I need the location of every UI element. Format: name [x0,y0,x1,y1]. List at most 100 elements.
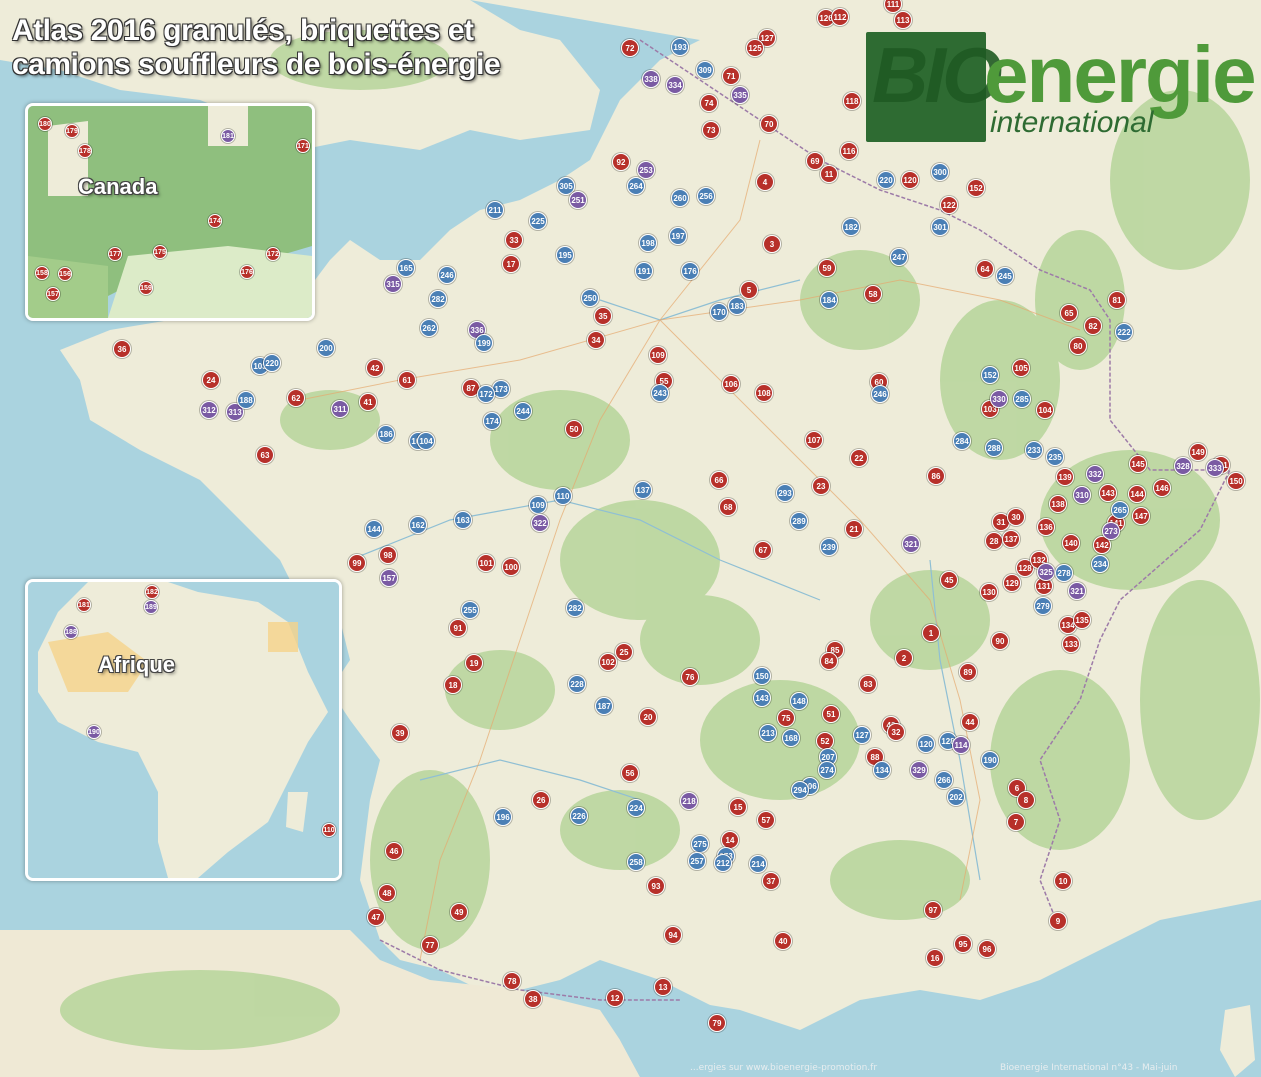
france-marker-granule[interactable]: 102 [599,653,617,671]
france-marker-truck[interactable]: 184 [820,291,838,309]
france-marker-granule[interactable]: 3 [763,235,781,253]
attribution-left[interactable]: ...ergies sur www.bioenergie-promotion.f… [690,1063,877,1073]
france-marker-granule[interactable]: 10 [1054,872,1072,890]
france-marker-granule[interactable]: 80 [1069,337,1087,355]
france-marker-granule[interactable]: 144 [1128,485,1146,503]
france-marker-granule[interactable]: 68 [719,498,737,516]
france-marker-truck[interactable]: 243 [651,384,669,402]
france-marker-truck[interactable]: 150 [753,667,771,685]
canada-marker-granule[interactable]: 171 [296,139,310,153]
france-marker-truck[interactable]: 264 [627,177,645,195]
africa-marker-briquette[interactable]: 190 [87,725,101,739]
france-marker-truck[interactable]: 285 [1013,390,1031,408]
france-marker-truck[interactable]: 198 [639,234,657,252]
france-marker-granule[interactable]: 39 [391,724,409,742]
france-marker-granule[interactable]: 42 [366,359,384,377]
france-marker-granule[interactable]: 109 [649,346,667,364]
france-marker-truck[interactable]: 187 [595,697,613,715]
france-marker-truck[interactable]: 195 [556,246,574,264]
france-marker-granule[interactable]: 106 [722,375,740,393]
france-marker-briquette[interactable]: 315 [384,275,402,293]
france-marker-briquette[interactable]: 334 [666,76,684,94]
france-marker-granule[interactable]: 63 [256,446,274,464]
france-marker-granule[interactable]: 133 [1062,635,1080,653]
france-marker-briquette[interactable]: 322 [531,514,549,532]
france-marker-granule[interactable]: 89 [959,663,977,681]
france-marker-truck[interactable]: 245 [996,267,1014,285]
france-marker-truck[interactable]: 148 [790,692,808,710]
france-marker-granule[interactable]: 116 [840,142,858,160]
france-marker-granule[interactable]: 4 [756,173,774,191]
france-marker-truck[interactable]: 163 [454,511,472,529]
france-marker-truck[interactable]: 309 [696,61,714,79]
france-marker-truck[interactable]: 289 [790,512,808,530]
france-marker-granule[interactable]: 97 [924,901,942,919]
france-marker-granule[interactable]: 62 [287,389,305,407]
france-marker-granule[interactable]: 21 [845,520,863,538]
france-marker-briquette[interactable]: 157 [380,569,398,587]
france-marker-truck[interactable]: 266 [935,771,953,789]
canada-marker-granule[interactable]: 174 [208,214,222,228]
france-marker-truck[interactable]: 174 [483,412,501,430]
france-marker-granule[interactable]: 147 [1132,507,1150,525]
france-marker-truck[interactable]: 274 [818,761,836,779]
france-marker-truck[interactable]: 110 [554,487,572,505]
france-marker-granule[interactable]: 65 [1060,304,1078,322]
france-marker-briquette[interactable]: 312 [200,401,218,419]
france-marker-truck[interactable]: 275 [691,835,709,853]
africa-marker-granule[interactable]: 182 [145,585,159,599]
france-marker-granule[interactable]: 47 [367,908,385,926]
france-marker-truck[interactable]: 190 [981,751,999,769]
france-marker-granule[interactable]: 15 [729,798,747,816]
france-marker-truck[interactable]: 222 [1115,323,1133,341]
france-marker-granule[interactable]: 82 [1084,317,1102,335]
france-marker-granule[interactable]: 5 [740,281,758,299]
france-marker-granule[interactable]: 73 [702,121,720,139]
france-marker-granule[interactable]: 135 [1073,611,1091,629]
france-marker-granule[interactable]: 122 [940,196,958,214]
france-marker-granule[interactable]: 9 [1049,912,1067,930]
france-marker-granule[interactable]: 20 [639,708,657,726]
france-marker-granule[interactable]: 12 [606,989,624,1007]
france-marker-granule[interactable]: 58 [864,285,882,303]
france-marker-truck[interactable]: 152 [981,366,999,384]
france-marker-briquette[interactable]: 253 [637,161,655,179]
france-marker-granule[interactable]: 57 [757,811,775,829]
france-marker-granule[interactable]: 17 [502,255,520,273]
france-marker-truck[interactable]: 220 [877,171,895,189]
canada-marker-granule[interactable]: 158 [35,266,49,280]
france-marker-granule[interactable]: 76 [681,668,699,686]
france-marker-granule[interactable]: 49 [450,903,468,921]
canada-marker-granule[interactable]: 157 [46,287,60,301]
france-marker-truck[interactable]: 258 [627,853,645,871]
france-marker-truck[interactable]: 228 [568,675,586,693]
france-marker-truck[interactable]: 197 [669,227,687,245]
france-marker-granule[interactable]: 81 [1108,291,1126,309]
france-marker-briquette[interactable]: 310 [1073,486,1091,504]
france-marker-granule[interactable]: 120 [901,171,919,189]
france-marker-granule[interactable]: 44 [961,713,979,731]
france-marker-granule[interactable]: 36 [113,340,131,358]
france-marker-truck[interactable]: 224 [627,799,645,817]
france-marker-granule[interactable]: 22 [850,449,868,467]
france-marker-truck[interactable]: 127 [853,726,871,744]
france-marker-granule[interactable]: 140 [1062,534,1080,552]
france-marker-briquette[interactable]: 328 [1174,457,1192,475]
france-marker-truck[interactable]: 284 [953,432,971,450]
france-marker-granule[interactable]: 78 [503,972,521,990]
canada-marker-granule[interactable]: 180 [38,117,52,131]
france-marker-truck[interactable]: 162 [409,516,427,534]
france-marker-truck[interactable]: 196 [494,808,512,826]
france-marker-granule[interactable]: 118 [843,92,861,110]
canada-marker-granule[interactable]: 159 [139,281,153,295]
france-marker-truck[interactable]: 211 [486,201,504,219]
france-marker-granule[interactable]: 95 [954,935,972,953]
africa-marker-briquette[interactable]: 188 [64,625,78,639]
france-marker-granule[interactable]: 79 [708,1014,726,1032]
france-marker-granule[interactable]: 143 [1099,484,1117,502]
africa-inset-map[interactable]: Afrique 181 182 189 188 190 110 [25,579,342,881]
france-marker-truck[interactable]: 279 [1034,597,1052,615]
france-marker-truck[interactable]: 183 [728,297,746,315]
france-marker-granule[interactable]: 18 [444,676,462,694]
france-marker-granule[interactable]: 100 [502,558,520,576]
